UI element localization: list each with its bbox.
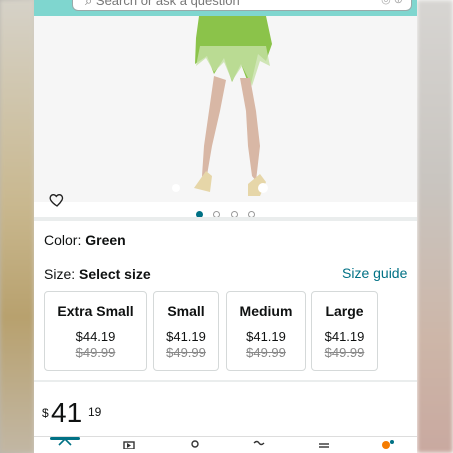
price-currency: $ [42, 406, 49, 420]
product-image[interactable] [34, 16, 417, 207]
section-divider [34, 380, 417, 382]
size-option-large[interactable]: Large $41.19 $49.99 [311, 291, 378, 371]
color-value: Green [85, 232, 126, 248]
background-blur-right [417, 0, 453, 453]
menu-icon[interactable] [309, 437, 339, 453]
size-name: Medium [239, 303, 293, 319]
color-label: Color: [44, 232, 82, 248]
more-icon[interactable] [244, 437, 274, 453]
size-old-price: $49.99 [166, 345, 206, 360]
size-name: Small [167, 303, 205, 319]
size-old-price: $49.99 [75, 345, 116, 360]
size-selection: Size: Select size [44, 266, 151, 282]
size-label: Size: [44, 266, 76, 282]
size-option-extra-small[interactable]: Extra Small $44.19 $49.99 [44, 291, 147, 371]
home-icon[interactable] [50, 437, 80, 453]
video-icon[interactable] [114, 437, 144, 453]
product-image-drawing [172, 16, 272, 196]
profile-icon[interactable] [180, 437, 210, 453]
size-guide-link[interactable]: Size guide [342, 265, 407, 281]
search-icon: ⌕ [85, 0, 93, 8]
size-price: $41.19 [246, 329, 286, 344]
size-old-price: $49.99 [324, 345, 365, 360]
size-name: Extra Small [57, 303, 134, 319]
size-option-small[interactable]: Small $41.19 $49.99 [153, 291, 219, 371]
camera-icon[interactable]: ◎ ⊕ [381, 0, 403, 6]
size-name: Large [325, 303, 364, 319]
search-input[interactable]: ⌕ Search or ask a question ◎ ⊕ [72, 0, 412, 11]
size-old-price: $49.99 [246, 345, 286, 360]
size-price: $44.19 [75, 329, 116, 344]
size-value: Select size [79, 266, 151, 282]
color-selection: Color: Green [44, 232, 126, 248]
bottom-navigation [34, 436, 417, 453]
search-placeholder: Search or ask a question [95, 0, 240, 8]
cart-icon[interactable] [372, 437, 402, 453]
price-cents: 19 [88, 405, 102, 419]
size-price: $41.19 [324, 329, 365, 344]
phone-screen: ⌕ Search or ask a question ◎ ⊕ Color: Gr… [34, 0, 417, 453]
background-blur-left [0, 0, 34, 453]
section-divider [34, 217, 417, 221]
price-whole: 41 [51, 397, 83, 428]
size-option-medium[interactable]: Medium $41.19 $49.99 [226, 291, 306, 371]
size-price: $41.19 [166, 329, 206, 344]
